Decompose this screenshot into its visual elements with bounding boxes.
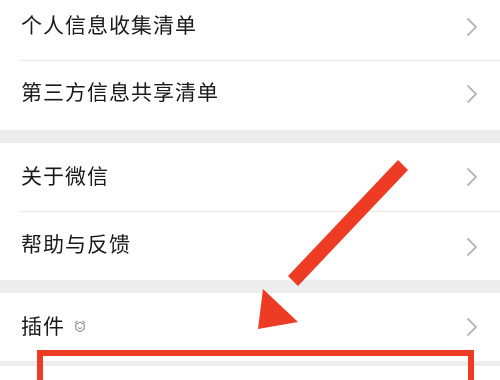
settings-group-about: 关于微信 帮助与反馈 bbox=[0, 143, 500, 280]
settings-item-label: 帮助与反馈 bbox=[21, 233, 131, 257]
settings-item-label: 插件 bbox=[21, 315, 65, 339]
chevron-right-icon bbox=[467, 18, 477, 36]
settings-item-personal-info-list[interactable]: 个人信息收集清单 bbox=[0, 0, 500, 60]
settings-item-label: 个人信息收集清单 bbox=[21, 14, 197, 38]
settings-item-plugins[interactable]: 插件 bbox=[0, 293, 500, 359]
chevron-right-icon bbox=[467, 318, 477, 336]
settings-group-privacy: 个人信息收集清单 第三方信息共享清单 bbox=[0, 0, 500, 130]
settings-item-third-party-sharing-list[interactable]: 第三方信息共享清单 bbox=[0, 61, 500, 127]
settings-item-about-wechat[interactable]: 关于微信 bbox=[0, 143, 500, 209]
chevron-right-icon bbox=[467, 168, 477, 186]
settings-item-help-feedback[interactable]: 帮助与反馈 bbox=[0, 212, 500, 278]
settings-item-label: 关于微信 bbox=[21, 165, 109, 189]
plugin-badge-icon bbox=[74, 320, 86, 333]
settings-group-next bbox=[0, 366, 500, 380]
chevron-right-icon bbox=[467, 85, 477, 103]
settings-screen: 个人信息收集清单 第三方信息共享清单 关于微信 帮助与反馈 插件 bbox=[0, 0, 500, 380]
chevron-right-icon bbox=[467, 238, 477, 256]
settings-group-plugins: 插件 bbox=[0, 293, 500, 361]
settings-item-label: 第三方信息共享清单 bbox=[21, 81, 219, 105]
